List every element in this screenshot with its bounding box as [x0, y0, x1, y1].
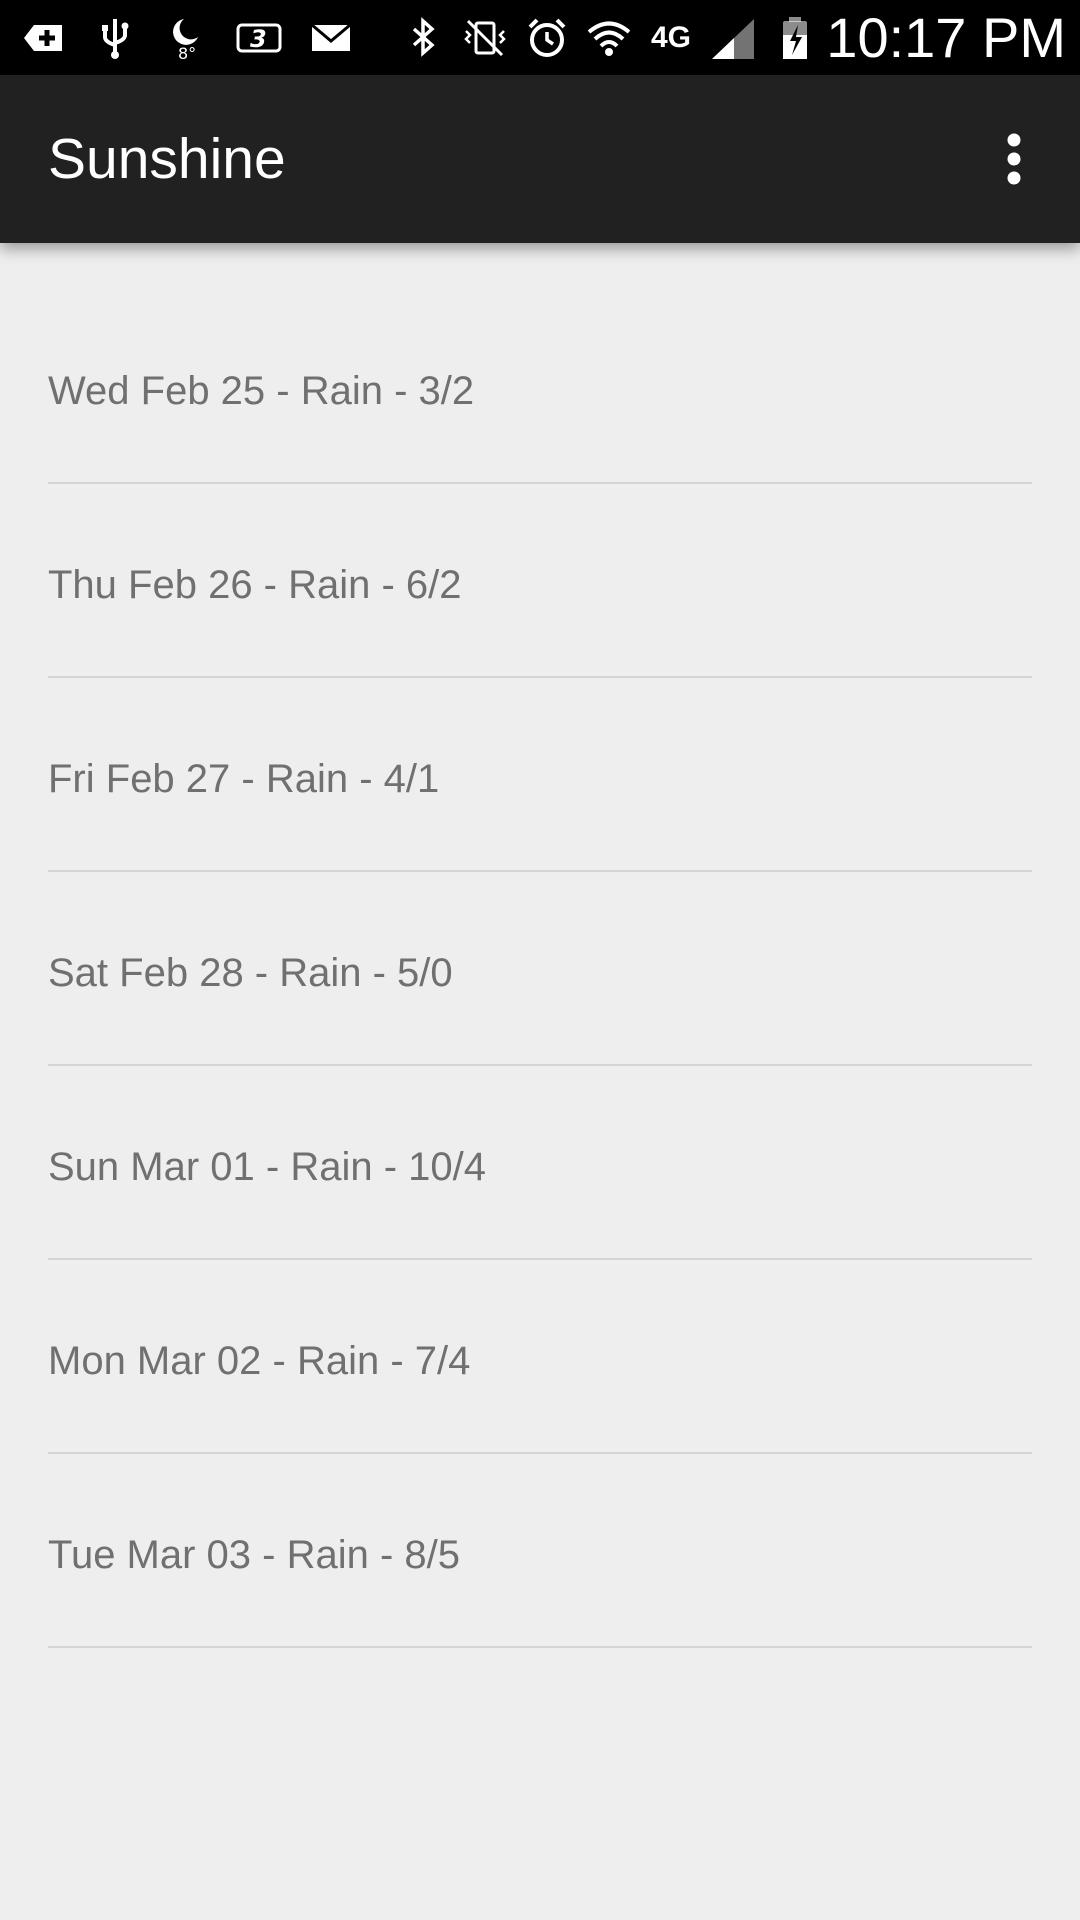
carrier-3-icon: 3: [236, 15, 282, 61]
forecast-list-item[interactable]: Sun Mar 01 - Rain - 10/4: [48, 1066, 1032, 1260]
status-bar: 8° 3 4G 10:17 PM: [0, 0, 1080, 75]
svg-text:3: 3: [250, 25, 267, 53]
bluetooth-icon: [400, 15, 446, 61]
app-bar: Sunshine: [0, 75, 1080, 243]
lte-4g-icon: 4G: [648, 15, 694, 61]
more-vert-icon: [1007, 133, 1021, 185]
forecast-item-label: Sun Mar 01 - Rain - 10/4: [48, 1145, 486, 1189]
add-notification-icon: [20, 15, 66, 61]
weather-moon-icon: 8°: [164, 15, 210, 61]
vibrate-icon: [462, 15, 508, 61]
status-icons-left: 8° 3: [20, 0, 354, 75]
forecast-list-item[interactable]: Mon Mar 02 - Rain - 7/4: [48, 1260, 1032, 1454]
forecast-item-label: Wed Feb 25 - Rain - 3/2: [48, 369, 475, 413]
forecast-list-item[interactable]: Fri Feb 27 - Rain - 4/1: [48, 678, 1032, 872]
overflow-menu-button[interactable]: [978, 117, 1050, 201]
forecast-item-label: Fri Feb 27 - Rain - 4/1: [48, 757, 440, 801]
gmail-icon: [308, 15, 354, 61]
forecast-list: Wed Feb 25 - Rain - 3/2 Thu Feb 26 - Rai…: [0, 243, 1080, 1648]
signal-icon: [710, 15, 756, 61]
usb-icon: [92, 15, 138, 61]
forecast-list-item[interactable]: Tue Mar 03 - Rain - 8/5: [48, 1454, 1032, 1648]
forecast-list-item[interactable]: Wed Feb 25 - Rain - 3/2: [48, 243, 1032, 484]
status-time: 10:17 PM: [826, 6, 1066, 69]
forecast-item-label: Thu Feb 26 - Rain - 6/2: [48, 563, 462, 607]
forecast-item-label: Tue Mar 03 - Rain - 8/5: [48, 1533, 461, 1577]
status-icons-right: 4G: [400, 0, 818, 75]
forecast-item-label: Sat Feb 28 - Rain - 5/0: [48, 951, 453, 995]
battery-charging-icon: [772, 15, 818, 61]
forecast-list-item[interactable]: Thu Feb 26 - Rain - 6/2: [48, 484, 1032, 678]
app-title: Sunshine: [48, 127, 286, 191]
forecast-list-item[interactable]: Sat Feb 28 - Rain - 5/0: [48, 872, 1032, 1066]
network-type-label: 4G: [650, 20, 692, 54]
wifi-icon: [586, 15, 632, 61]
alarm-icon: [524, 15, 570, 61]
forecast-item-label: Mon Mar 02 - Rain - 7/4: [48, 1339, 471, 1383]
svg-text:8°: 8°: [178, 44, 196, 61]
